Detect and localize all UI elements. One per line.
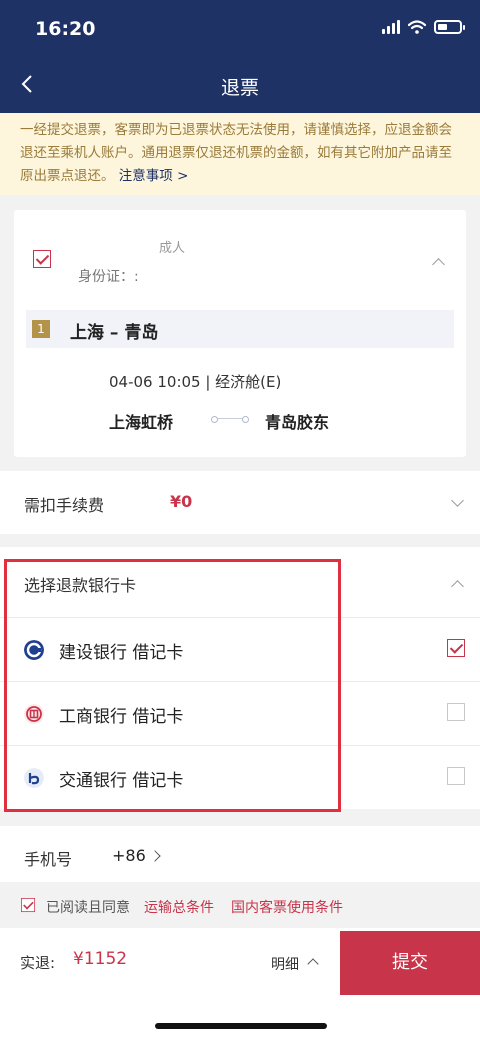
- arrival-station: 青岛胶东: [265, 413, 330, 432]
- bottom-bar: 实退: ¥1152 明细 提交: [0, 928, 480, 1038]
- bank-card-name: 交通银行 借记卡: [59, 771, 184, 791]
- fee-label: 需扣手续费: [24, 496, 105, 515]
- notice-terms-link[interactable]: 注意事项 >: [119, 168, 189, 184]
- refund-notice: 一经提交退票，客票即为已退票状态无法使用，请谨慎选择，应退金额会退还至乘机人账户…: [0, 113, 480, 195]
- wifi-icon: [408, 20, 426, 34]
- page-title: 退票: [220, 77, 259, 99]
- bank-card-panel: 选择退款银行卡 建设银行 借记卡 工商银行 借记卡 交通银行 借记卡: [0, 547, 480, 809]
- collapse-chevron-icon[interactable]: [432, 258, 445, 271]
- expand-chevron-icon[interactable]: [451, 494, 464, 507]
- bank-card-option[interactable]: 交通银行 借记卡: [0, 745, 480, 809]
- flight-info: 04-06 10:05 | 经济舱(E): [109, 373, 282, 391]
- bank-section-title: 选择退款银行卡: [24, 576, 137, 595]
- notice-text: 一经提交退票，客票即为已退票状态无法使用，请谨慎选择，应退金额会退还至乘机人账户…: [20, 122, 452, 184]
- passenger-id: 身份证：:: [78, 269, 139, 285]
- transport-terms-link[interactable]: 运输总条件: [144, 897, 214, 917]
- route-bar: 1 上海 – 青岛: [26, 310, 454, 348]
- route-number-badge: 1: [32, 320, 50, 338]
- bank-card-checkbox[interactable]: [447, 639, 465, 657]
- agreement-text: 已阅读且同意: [46, 900, 130, 916]
- header: 16:20 退票: [0, 0, 480, 113]
- phone-country-code-text: +86: [112, 846, 146, 865]
- battery-icon: [434, 20, 465, 34]
- signal-icon: [382, 20, 400, 34]
- bocom-logo-icon: [24, 768, 44, 788]
- route-connector-icon: [211, 416, 249, 423]
- chevron-right-icon: [149, 850, 161, 862]
- detail-button[interactable]: 明细: [271, 954, 299, 974]
- bank-card-checkbox[interactable]: [447, 767, 465, 785]
- refund-label: 实退:: [20, 954, 56, 972]
- departure-station: 上海虹桥: [109, 413, 174, 432]
- phone-country-code[interactable]: +86: [112, 846, 161, 865]
- bank-card-option[interactable]: 工商银行 借记卡: [0, 681, 480, 745]
- phone-row: 手机号 +86: [0, 826, 480, 882]
- passenger-checkbox[interactable]: [33, 250, 51, 268]
- phone-label: 手机号: [24, 850, 73, 869]
- bank-card-name: 建设银行 借记卡: [59, 643, 184, 663]
- fee-row[interactable]: 需扣手续费 ¥0: [0, 471, 480, 534]
- bank-collapse-chevron-icon[interactable]: [451, 580, 464, 593]
- refund-amount: ¥1152: [73, 949, 128, 969]
- ccb-logo-icon: [24, 640, 44, 660]
- bank-card-option[interactable]: 建设银行 借记卡: [0, 617, 480, 681]
- status-time: 16:20: [35, 18, 96, 40]
- fee-value: ¥0: [170, 492, 193, 511]
- passenger-type: 成人: [159, 241, 186, 256]
- ticket-terms-link[interactable]: 国内客票使用条件: [231, 897, 343, 917]
- agreement-row: 已阅读且同意 运输总条件 国内客票使用条件: [0, 882, 480, 928]
- submit-button[interactable]: 提交: [340, 931, 480, 995]
- agreement-checkbox[interactable]: [21, 898, 36, 913]
- bank-card-name: 工商银行 借记卡: [59, 707, 184, 727]
- passenger-card: 成人 身份证：: 1 上海 – 青岛 04-06 10:05 | 经济舱(E) …: [14, 210, 466, 457]
- route-name: 上海 – 青岛: [70, 323, 159, 343]
- bank-card-checkbox[interactable]: [447, 703, 465, 721]
- detail-chevron-icon[interactable]: [307, 958, 319, 970]
- home-indicator: [155, 1023, 327, 1029]
- status-icons: [382, 20, 465, 34]
- icbc-logo-icon: [24, 704, 44, 724]
